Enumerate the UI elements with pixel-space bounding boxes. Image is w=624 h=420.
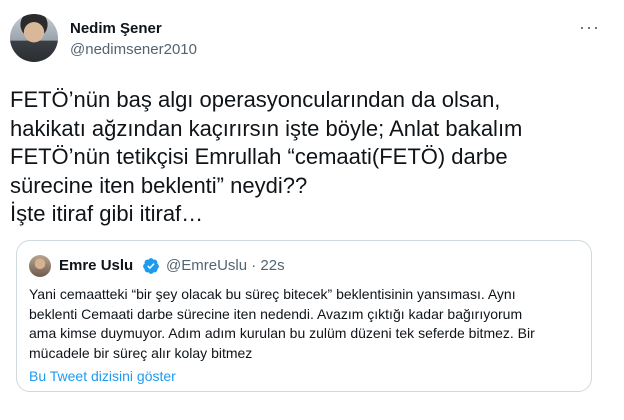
quoted-tweet[interactable]: Emre Uslu @EmreUslu · 22s Yani cemaattek… <box>16 240 592 392</box>
more-options-icon[interactable]: ··· <box>579 18 600 36</box>
tweet: Nedim Şener @nedimsener2010 ··· FETÖ’nün… <box>0 0 624 420</box>
quoted-author-display-name: Emre Uslu <box>59 257 134 274</box>
quoted-text-line: beklenti Cemaati darbe sürecine iten ned… <box>29 305 523 322</box>
quoted-author-handle-time: @EmreUslu · 22s <box>166 257 285 274</box>
quoted-text-line: ama kimse duymuyor. Adım adım kurulan bu… <box>29 325 535 341</box>
show-thread-link[interactable]: Bu Tweet dizisini göster <box>29 367 176 385</box>
tweet-text-line: sürecine iten beklenti” neydi?? <box>10 172 308 198</box>
quoted-author-avatar <box>29 255 51 277</box>
tweet-text: FETÖ’nün baş algı operasyoncularından da… <box>10 86 600 229</box>
author-display-name[interactable]: Nedim Şener <box>70 20 162 38</box>
author-avatar[interactable] <box>10 14 58 62</box>
verified-badge-icon <box>143 258 159 274</box>
quoted-text-line: Yani cemaatteki “bir şey olacak bu süreç… <box>29 286 516 302</box>
tweet-text-line: hakikatı ağzından kaçırırsın işte böyle;… <box>10 115 523 141</box>
tweet-text-line: FETÖ’nün tetikçisi Emrullah “cemaati(FET… <box>10 144 508 169</box>
author-handle[interactable]: @nedimsener2010 <box>70 41 197 59</box>
tweet-text-line: FETÖ’nün baş algı operasyoncularından da… <box>10 87 501 112</box>
tweet-text-line: İşte itiraf gibi itiraf… <box>10 201 204 226</box>
quoted-text-line: mücadele bir süreç alır kolay bitmez <box>29 344 253 361</box>
quoted-tweet-text: Yani cemaatteki “bir şey olacak bu süreç… <box>29 285 585 363</box>
